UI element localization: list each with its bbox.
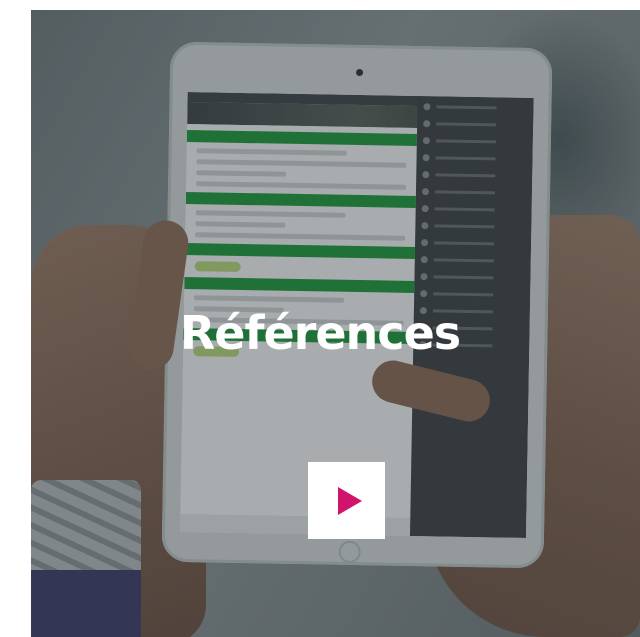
play-button[interactable] (308, 462, 385, 539)
play-icon (337, 486, 362, 515)
page-title: Références (179, 306, 461, 360)
